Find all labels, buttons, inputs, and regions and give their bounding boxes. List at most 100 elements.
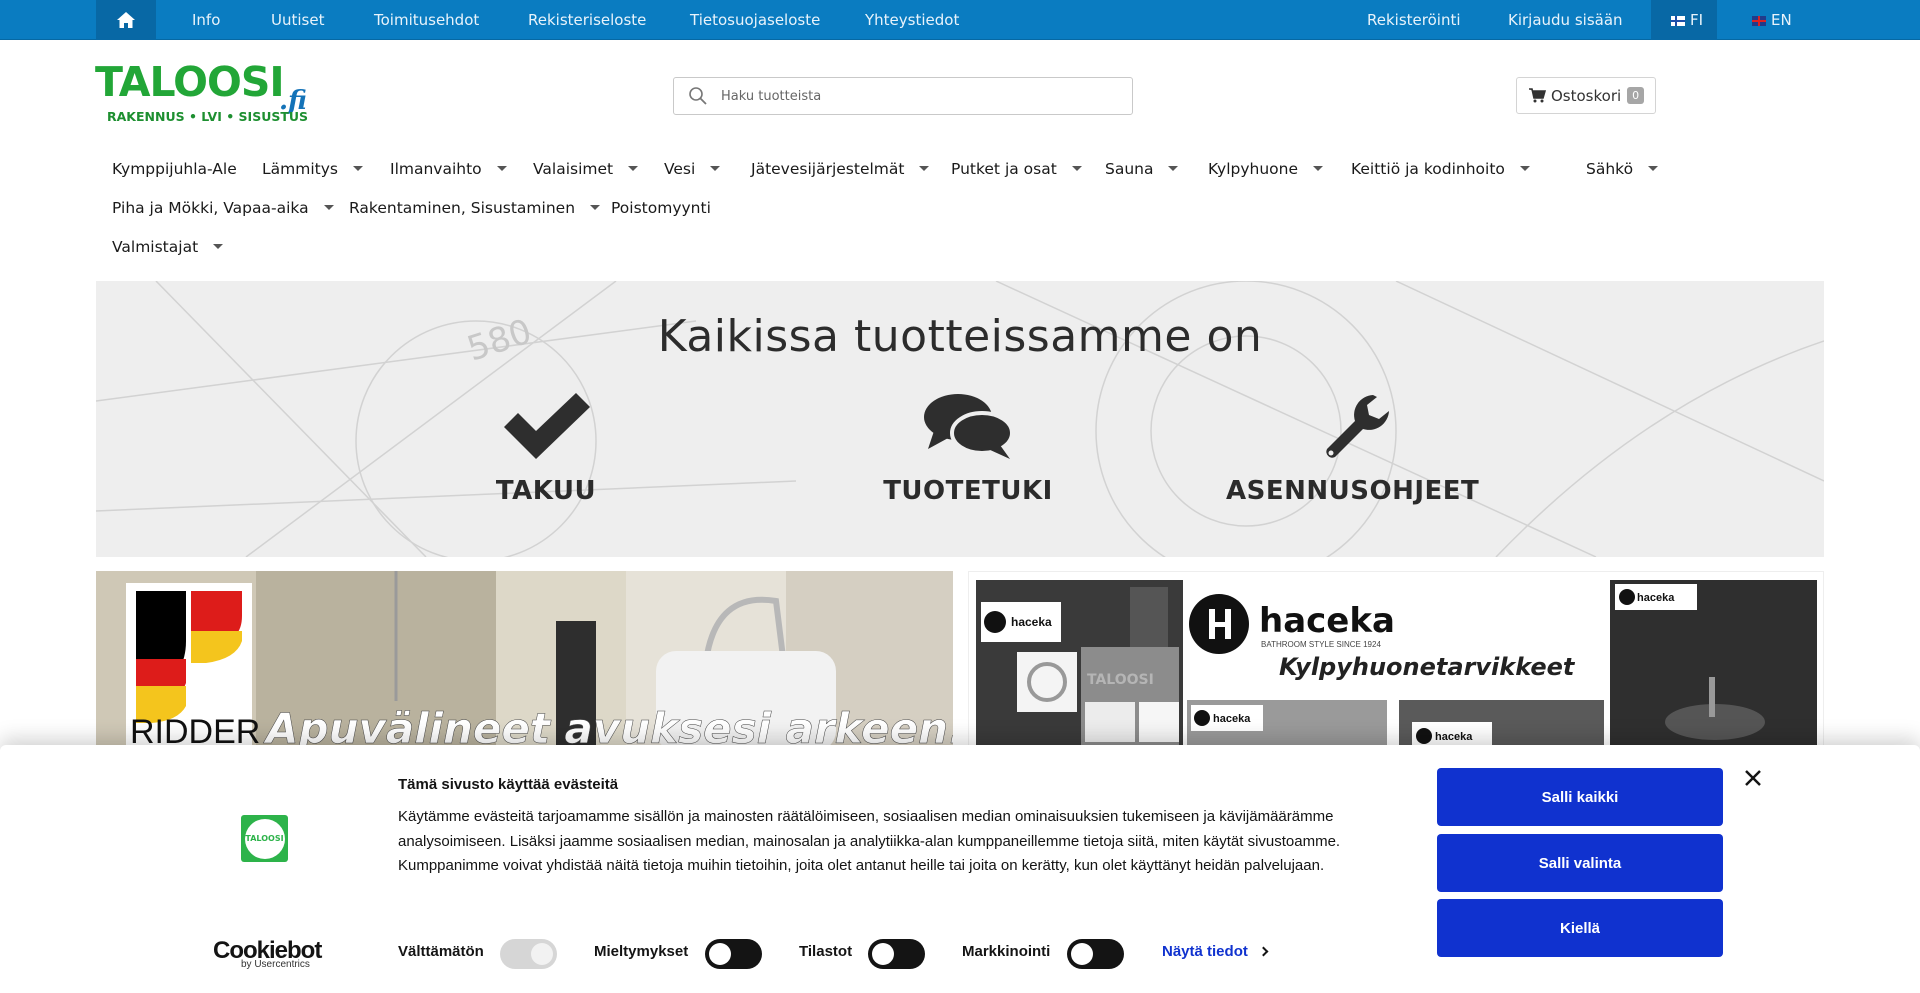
dropdown-caret-icon: [710, 166, 721, 171]
feature-label: ASENNUSOHJEET: [1226, 476, 1480, 506]
category-kymppijuhla-ale[interactable]: Kymppijuhla-Ale: [112, 157, 237, 181]
show-details-link[interactable]: Näytä tiedot: [1162, 943, 1269, 960]
category-lammitys[interactable]: Lämmitys: [262, 157, 363, 181]
chevron-right-icon: [1258, 946, 1269, 957]
category-putket-ja-osat[interactable]: Putket ja osat: [951, 157, 1082, 181]
category-label: Valmistajat: [112, 238, 199, 256]
category-kylpyhuone[interactable]: Kylpyhuone: [1208, 157, 1324, 181]
deny-button[interactable]: Kiellä: [1437, 899, 1723, 957]
site-logo-small-text: TALOOSI: [244, 818, 285, 859]
cart-icon: [1529, 88, 1546, 103]
topnav-link-info[interactable]: Info: [192, 0, 220, 40]
feature-label: TUOTETUKI: [883, 476, 1053, 506]
show-details-label: Näytä tiedot: [1162, 943, 1248, 960]
toggle-statistics[interactable]: [868, 939, 925, 969]
category-keittio-ja-kodinhoito[interactable]: Keittiö ja kodinhoito: [1351, 157, 1530, 181]
toggle-necessary: [500, 939, 557, 969]
dropdown-caret-icon: [352, 166, 363, 171]
finland-flag-icon: [1671, 16, 1685, 26]
feature-asennusohjeet: ASENNUSOHJEET: [1226, 391, 1480, 506]
category-sauna[interactable]: Sauna: [1105, 157, 1179, 181]
ridder-slogan: Apuvälineet avuksesi arkeen!: [263, 704, 953, 751]
category-sahko[interactable]: Sähkö: [1586, 157, 1659, 181]
check-icon: [504, 393, 590, 459]
promo-banner-ridder[interactable]: RIDDER Apuvälineet avuksesi arkeen!: [96, 571, 953, 751]
dropdown-caret-icon: [213, 244, 224, 249]
dropdown-caret-icon: [919, 166, 930, 171]
feature-takuu: TAKUU: [446, 391, 646, 506]
category-label: Keittiö ja kodinhoito: [1351, 160, 1505, 178]
logo-wordmark: TALOOSI: [95, 62, 284, 106]
promo-banner-haceka[interactable]: haceka TALOOSI haceka BATHROOM STYLE SIN…: [968, 571, 1824, 751]
topnav-link-toimitusehdot[interactable]: Toimitusehdot: [374, 0, 479, 40]
category-piha-ja-mokki[interactable]: Piha ja Mökki, Vapaa-aika: [112, 196, 334, 220]
haceka-banner-image: haceka TALOOSI haceka BATHROOM STYLE SIN…: [976, 580, 1817, 750]
search-input[interactable]: [721, 78, 1121, 114]
site-logo-small: TALOOSI: [241, 815, 288, 862]
topnav-link-yhteystiedot[interactable]: Yhteystiedot: [865, 0, 959, 40]
category-vesi[interactable]: Vesi: [664, 157, 721, 181]
category-poistomyynti[interactable]: Poistomyynti: [611, 196, 711, 220]
allow-selection-button[interactable]: Salli valinta: [1437, 834, 1723, 892]
cookie-consent-dialog: TALOOSI Cookiebot by Usercentrics Tämä s…: [0, 745, 1920, 993]
category-label: Valaisimet: [533, 160, 614, 178]
category-label: Piha ja Mökki, Vapaa-aika: [112, 199, 309, 217]
toggle-label-marketing: Markkinointi: [962, 943, 1051, 960]
category-rakentaminen-sisustaminen[interactable]: Rakentaminen, Sisustaminen: [349, 196, 601, 220]
shopping-cart-button[interactable]: Ostoskori 0: [1516, 77, 1656, 114]
allow-all-button[interactable]: Salli kaikki: [1437, 768, 1723, 826]
category-ilmanvaihto[interactable]: Ilmanvaihto: [390, 157, 507, 181]
topnav-link-rekisteriseloste[interactable]: Rekisteriseloste: [528, 0, 646, 40]
cart-count-badge: 0: [1627, 87, 1645, 104]
dropdown-caret-icon: [1168, 166, 1179, 171]
top-navigation-bar: Info Uutiset Toimitusehdot Rekisteriselo…: [0, 0, 1920, 40]
dropdown-caret-icon: [590, 205, 601, 210]
dropdown-caret-icon: [1313, 166, 1324, 171]
feature-label: TAKUU: [495, 476, 597, 506]
hero-title: Kaikissa tuotteissamme on: [657, 311, 1263, 362]
wrench-icon: [1326, 395, 1389, 458]
topnav-link-uutiset[interactable]: Uutiset: [271, 0, 324, 40]
close-icon[interactable]: [1742, 767, 1764, 789]
tile-brand-2: haceka: [1213, 713, 1251, 725]
toggle-marketing[interactable]: [1067, 939, 1124, 969]
topnav-link-tietosuojaseloste[interactable]: Tietosuojaseloste: [690, 0, 820, 40]
tile-brand-3: haceka: [1435, 731, 1473, 743]
haceka-brand-tagline: BATHROOM STYLE SINCE 1924: [1261, 640, 1381, 649]
category-label: Putket ja osat: [951, 160, 1057, 178]
category-valaisimet[interactable]: Valaisimet: [533, 157, 639, 181]
cookiebot-sub: by Usercentrics: [241, 959, 310, 970]
category-valmistajat[interactable]: Valmistajat: [112, 235, 224, 259]
ridder-banner-image: RIDDER Apuvälineet avuksesi arkeen!: [96, 571, 953, 751]
toggle-label-preferences: Mieltymykset: [594, 943, 689, 960]
feature-tuotetuki: TUOTETUKI: [868, 391, 1068, 506]
category-label: Sähkö: [1586, 160, 1634, 178]
dropdown-caret-icon: [496, 166, 507, 171]
category-jatevesijarjestelmat[interactable]: Jätevesijärjestelmät: [751, 157, 930, 181]
home-icon: [117, 12, 135, 28]
cookie-description: Käytämme evästeitä tarjoamamme sisällön …: [398, 808, 1341, 874]
search-box: [673, 77, 1133, 115]
dropdown-caret-icon: [1648, 166, 1659, 171]
login-link[interactable]: Kirjaudu sisään: [1508, 0, 1623, 40]
register-link[interactable]: Rekisteröinti: [1367, 0, 1461, 40]
dropdown-caret-icon: [323, 205, 334, 210]
language-fi-button[interactable]: FI: [1671, 0, 1703, 40]
cookie-title: Tämä sivusto käyttää evästeitä: [398, 776, 619, 793]
chat-bubbles-icon: [924, 394, 1014, 459]
tile-brand-4: haceka: [1637, 592, 1675, 604]
dropdown-caret-icon: [628, 166, 639, 171]
hero-banner[interactable]: 580 Kaikissa tuotteissamme on TAKUU TUOT…: [96, 281, 1824, 557]
tile-brand-1: haceka: [1011, 615, 1052, 629]
search-icon[interactable]: [688, 86, 708, 106]
banner-watermark: TALOOSI: [1087, 672, 1154, 688]
site-logo[interactable]: TALOOSI .fi RAKENNUS • LVI • SISUSTUS: [95, 58, 345, 126]
category-label: Lämmitys: [262, 160, 338, 178]
category-label: Jätevesijärjestelmät: [751, 160, 905, 178]
toggle-preferences[interactable]: [705, 939, 762, 969]
toggle-label-necessary: Välttämätön: [398, 943, 484, 960]
category-label: Kylpyhuone: [1208, 160, 1299, 178]
category-label: Kymppijuhla-Ale: [112, 160, 237, 178]
language-en-button[interactable]: EN: [1752, 0, 1792, 40]
home-button[interactable]: [96, 0, 156, 40]
